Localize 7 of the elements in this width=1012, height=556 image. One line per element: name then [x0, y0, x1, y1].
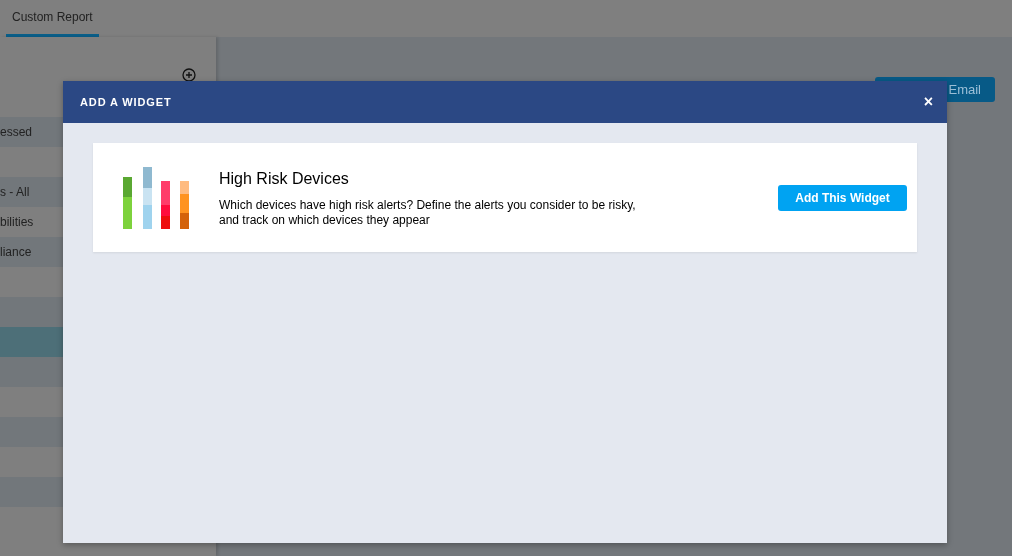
add-widget-button[interactable]: Add This Widget — [778, 184, 907, 211]
modal-title: ADD A WIDGET — [80, 94, 172, 110]
bar-chart-icon — [123, 166, 189, 229]
close-button[interactable]: × — [923, 94, 933, 110]
widget-title: High Risk Devices — [219, 169, 350, 189]
add-circle-icon[interactable] — [182, 68, 196, 82]
widget-description: Which devices have high risk alerts? Define the alerts you consider to be risky, and track on which devices they appear — [219, 198, 637, 228]
